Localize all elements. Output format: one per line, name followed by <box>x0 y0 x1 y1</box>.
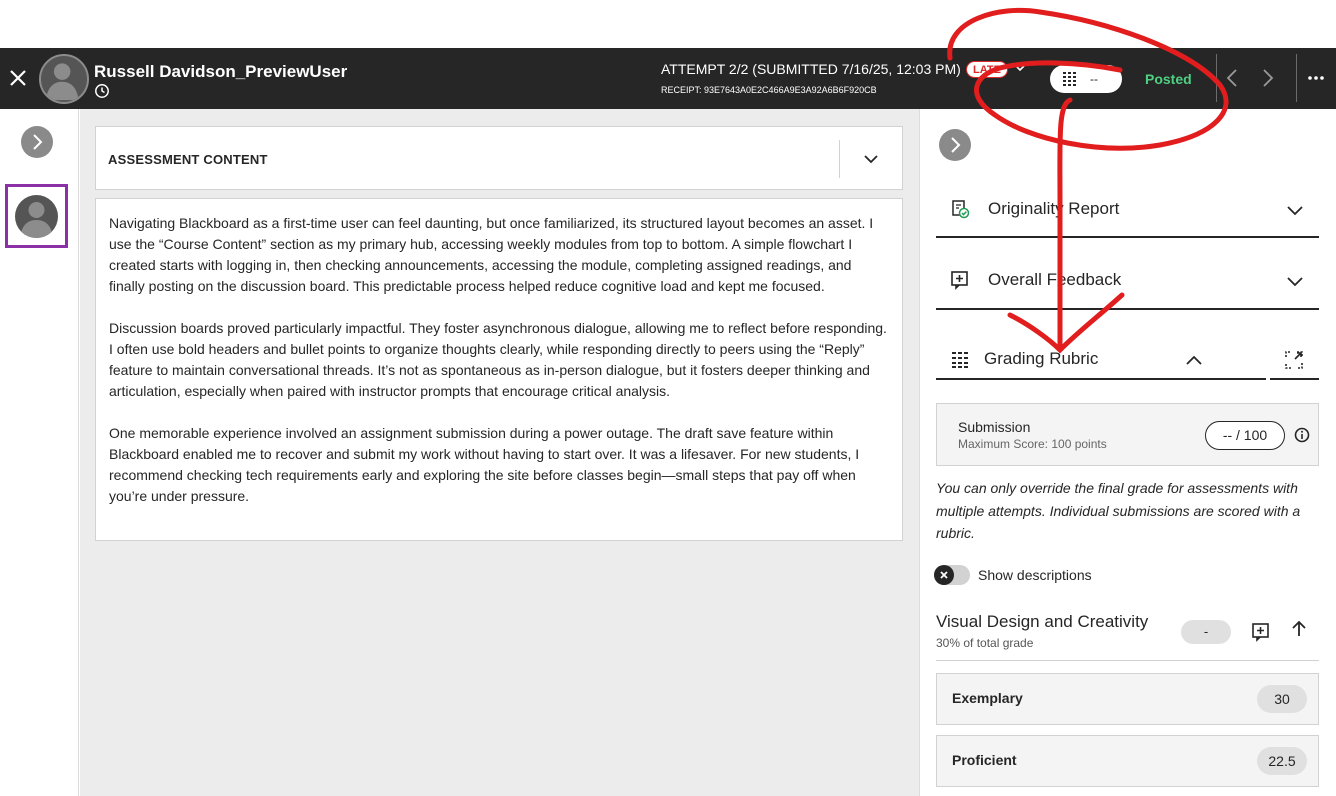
originality-report-label: Originality Report <box>988 199 1120 218</box>
overall-grade-value: -- <box>1090 72 1098 86</box>
expand-rubric-button[interactable] <box>1270 340 1319 380</box>
late-badge: LATE <box>966 61 1008 78</box>
assessment-content-title: ASSESSMENT CONTENT <box>108 152 268 167</box>
attempt-label: ATTEMPT 2/2 (SUBMITTED 7/16/25, 12:03 PM… <box>661 61 961 77</box>
receipt-number: RECEIPT: 93E7643A0E2C466A9E3A92A6B6F920C… <box>661 85 877 95</box>
overall-feedback-label: Overall Feedback <box>988 270 1122 289</box>
originality-check-icon <box>952 200 970 219</box>
arrow-up-icon[interactable] <box>1289 619 1309 639</box>
chevron-right-icon <box>951 137 961 153</box>
rubric-grid-icon <box>952 352 968 368</box>
show-descriptions-toggle[interactable] <box>934 565 970 585</box>
assessment-content-header[interactable]: ASSESSMENT CONTENT <box>95 126 903 190</box>
grading-screen: Russell Davidson_PreviewUser ATTEMPT 2/2… <box>0 0 1336 796</box>
user-name[interactable]: Russell Davidson_PreviewUser <box>94 62 347 82</box>
expand-icon <box>1285 351 1303 369</box>
divider <box>839 140 840 178</box>
toggle-knob <box>934 565 954 585</box>
posted-status: Posted <box>1145 71 1192 87</box>
student-rail <box>0 109 79 796</box>
criterion-score[interactable]: - <box>1181 620 1231 644</box>
level-label: Proficient <box>952 752 1017 768</box>
submission-content-area: ASSESSMENT CONTENT Navigating Blackboard… <box>80 109 919 796</box>
level-label: Exemplary <box>952 690 1023 706</box>
header-bar: Russell Davidson_PreviewUser ATTEMPT 2/2… <box>0 48 1336 109</box>
more-options-icon[interactable] <box>1306 70 1326 86</box>
submission-score-card: Submission Maximum Score: 100 points -- … <box>936 403 1319 466</box>
rubric-grid-icon <box>1063 72 1076 86</box>
originality-report-section[interactable]: Originality Report <box>936 183 1319 238</box>
criterion-title: Visual Design and Creativity <box>936 612 1149 631</box>
close-icon <box>940 571 948 579</box>
history-icon[interactable] <box>94 83 110 99</box>
override-note: You can only override the final grade fo… <box>936 480 1301 541</box>
submission-score-input[interactable]: -- / 100 <box>1205 421 1285 450</box>
divider <box>1216 54 1217 102</box>
overall-feedback-section[interactable]: Overall Feedback <box>936 254 1319 310</box>
grading-panel: Originality Report Overall Feedback Grad… <box>919 109 1336 796</box>
divider <box>1296 54 1297 102</box>
submission-label: Submission <box>958 419 1031 435</box>
maximum-score: Maximum Score: 100 points <box>958 437 1107 451</box>
paragraph: Discussion boards proved particularly im… <box>109 320 887 399</box>
rubric-level-proficient[interactable]: Proficient 22.5 <box>936 735 1319 787</box>
info-icon[interactable] <box>1294 427 1310 443</box>
chevron-down-icon[interactable] <box>1285 271 1305 291</box>
previous-arrow-icon[interactable] <box>1225 68 1239 88</box>
level-points: 30 <box>1257 685 1307 713</box>
chevron-down-icon[interactable] <box>1285 200 1305 220</box>
add-feedback-icon <box>951 271 968 290</box>
show-descriptions-label: Show descriptions <box>978 567 1092 583</box>
add-feedback-icon[interactable] <box>1251 622 1271 642</box>
grading-rubric-label: Grading Rubric <box>984 349 1099 368</box>
grading-rubric-section[interactable]: Grading Rubric <box>936 340 1266 380</box>
overall-grade-pill[interactable]: -- <box>1050 65 1122 93</box>
close-icon[interactable] <box>6 66 30 90</box>
collapse-panel-button[interactable] <box>939 129 971 161</box>
student-avatar <box>15 195 58 238</box>
chevron-down-icon[interactable] <box>861 149 881 169</box>
rubric-level-exemplary[interactable]: Exemplary 30 <box>936 673 1319 725</box>
divider <box>936 660 1319 661</box>
chevron-right-icon <box>33 134 43 150</box>
expand-rail-button[interactable] <box>21 126 53 158</box>
paragraph: Navigating Blackboard as a first-time us… <box>109 215 874 294</box>
criterion-weight: 30% of total grade <box>936 636 1034 650</box>
chevron-down-icon[interactable] <box>1014 62 1026 74</box>
chevron-up-icon[interactable] <box>1184 350 1204 370</box>
level-points: 22.5 <box>1257 747 1307 775</box>
submission-text: Navigating Blackboard as a first-time us… <box>95 198 903 541</box>
selected-student[interactable] <box>5 184 68 248</box>
paragraph: One memorable experience involved an ass… <box>109 425 860 504</box>
user-avatar <box>39 54 89 104</box>
next-arrow-icon[interactable] <box>1261 68 1275 88</box>
